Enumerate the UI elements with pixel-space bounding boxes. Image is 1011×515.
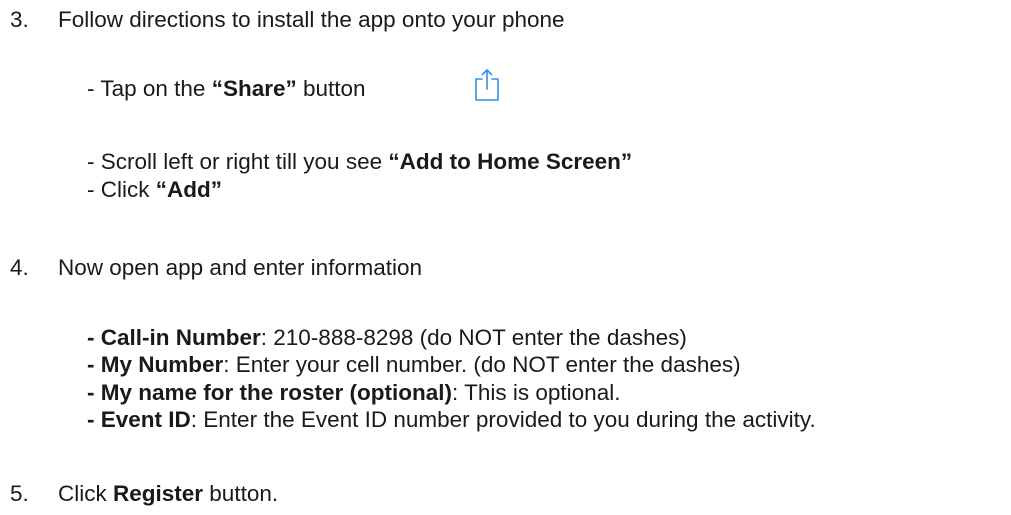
bullet-scroll: - Scroll left or right till you see “Add… bbox=[87, 149, 633, 174]
share-icon bbox=[475, 69, 499, 101]
step-3-text: Follow directions to install the app ont… bbox=[58, 7, 565, 32]
field-my-number: - My Number: Enter your cell number. (do… bbox=[87, 352, 741, 377]
field-my-name-roster: - My name for the roster (optional): Thi… bbox=[87, 380, 621, 405]
step-3: 3. bbox=[10, 6, 29, 33]
bullet-click-add: - Click “Add” bbox=[87, 177, 222, 202]
instructions-page: { "steps": [ { "number": "3.", "text": "… bbox=[0, 0, 1011, 515]
step-4-text: Now open app and enter information bbox=[58, 255, 422, 280]
step-4: 4. bbox=[10, 254, 29, 281]
step-number: 5. bbox=[10, 481, 29, 506]
field-event-id: - Event ID: Enter the Event ID number pr… bbox=[87, 407, 816, 432]
step-5-text: Click Register button. bbox=[58, 481, 279, 506]
bullet-tap-share: - Tap on the “Share” button bbox=[87, 76, 366, 101]
register-label: Register bbox=[113, 481, 204, 506]
step-5: 5. bbox=[10, 480, 29, 507]
field-call-in-number: - Call-in Number: 210-888-8298 (do NOT e… bbox=[87, 325, 687, 350]
step-number: 4. bbox=[10, 255, 29, 280]
step-number: 3. bbox=[10, 7, 29, 32]
